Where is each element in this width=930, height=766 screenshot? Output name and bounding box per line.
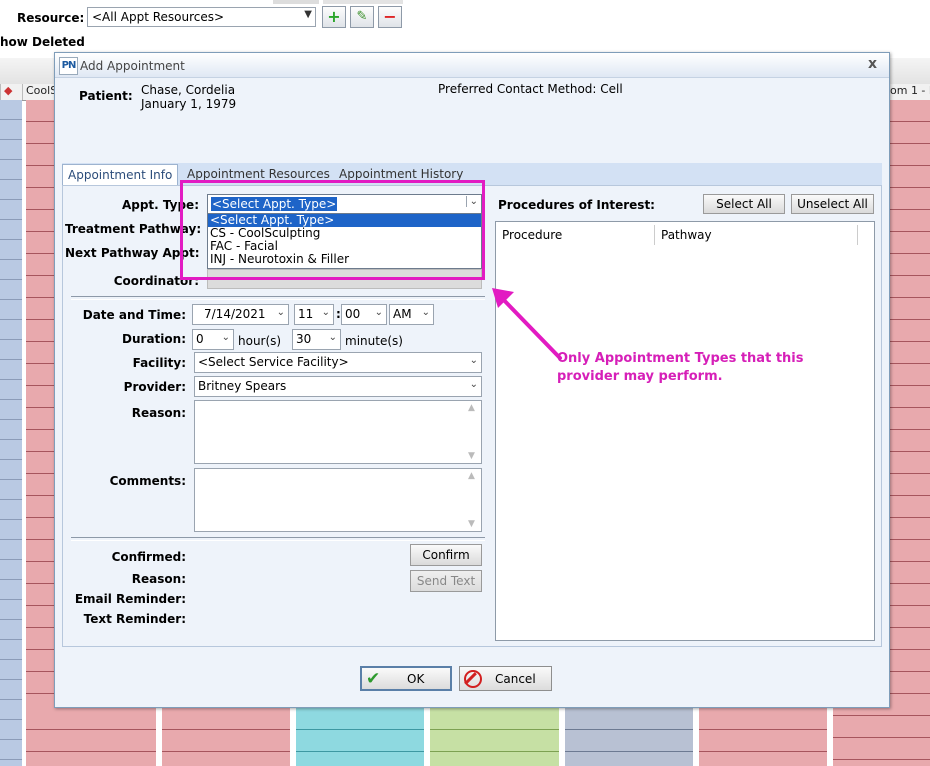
facility-value: <Select Service Facility>: [198, 355, 349, 369]
email-reminder-label: Email Reminder:: [74, 592, 186, 606]
section-divider: [71, 296, 485, 300]
toolbar-edge: [273, 0, 319, 4]
highlight-box: [180, 180, 485, 280]
scrollbar[interactable]: ▲ ▼: [466, 402, 480, 462]
patient-dob: January 1, 1979: [141, 97, 237, 111]
tab-appointment-info[interactable]: Appointment Info: [62, 164, 179, 186]
calendar-column[interactable]: [26, 708, 156, 766]
chevron-down-icon: ⌄: [321, 307, 330, 318]
annotation-line: provider may perform.: [557, 369, 723, 384]
annotation-note: Only Appointment Types that this provide…: [557, 350, 803, 386]
calendar-column-label: CoolS: [22, 84, 54, 100]
calendar-column[interactable]: [565, 708, 693, 766]
minus-icon: −: [383, 7, 397, 26]
chevron-down-icon: ⌄: [221, 332, 230, 343]
chevron-down-icon: ⌄: [469, 379, 478, 390]
column-header-pathway[interactable]: Pathway: [655, 225, 858, 245]
confirmed-label: Confirmed:: [111, 550, 186, 564]
close-icon[interactable]: x: [868, 56, 877, 72]
send-text-button[interactable]: Send Text: [410, 570, 482, 592]
reason-textarea[interactable]: ▲ ▼: [194, 400, 482, 464]
app-logo-icon: PN: [59, 57, 78, 75]
annotation-line: Only Appointment Types that this: [557, 351, 804, 366]
scroll-up-icon: ▲: [468, 403, 475, 413]
patient-label: Patient:: [79, 89, 133, 103]
calendar-column[interactable]: [162, 708, 290, 766]
pencil-icon: ✎: [356, 9, 368, 24]
date-picker[interactable]: 7/14/2021 ⌄: [192, 304, 289, 325]
calendar-column[interactable]: [699, 708, 827, 766]
preferred-contact: Preferred Contact Method: Cell: [438, 82, 623, 96]
minute-value: 00: [345, 307, 361, 321]
ampm-select[interactable]: AM ⌄: [389, 304, 434, 325]
plus-icon: +: [327, 7, 341, 26]
appt-type-label: Appt. Type:: [121, 198, 199, 212]
select-all-button[interactable]: Select All: [703, 194, 785, 214]
text-reminder-label: Text Reminder:: [83, 612, 186, 626]
scroll-down-icon: ▼: [468, 451, 475, 461]
minutes-text: minute(s): [345, 334, 403, 348]
scrollbar[interactable]: ▲ ▼: [466, 470, 480, 530]
show-deleted-label: how Deleted: [0, 35, 85, 49]
scroll-down-icon: ▼: [468, 519, 475, 529]
procedures-label: Procedures of Interest:: [498, 198, 655, 212]
chevron-down-icon: ⌄: [374, 307, 383, 318]
facility-label: Facility:: [132, 356, 186, 370]
chevron-down-icon: ⌄: [328, 332, 337, 343]
resource-label: Resource:: [17, 11, 85, 25]
ok-button[interactable]: ✔ OK: [360, 666, 452, 691]
resource-select-value: <All Appt Resources>: [92, 10, 225, 24]
date-value: 7/14/2021: [204, 307, 266, 321]
hour-value: 11: [298, 307, 314, 321]
facility-select[interactable]: <Select Service Facility> ⌄: [194, 352, 482, 373]
provider-select[interactable]: Britney Spears ⌄: [194, 376, 482, 397]
date-time-label: Date and Time:: [82, 308, 186, 322]
chevron-down-icon: ⌄: [276, 307, 285, 318]
edit-resource-button[interactable]: ✎: [350, 6, 374, 28]
chevron-down-icon: ▼: [304, 9, 312, 20]
duration-hours-select[interactable]: 0 ⌄: [192, 329, 234, 350]
remove-resource-button[interactable]: −: [378, 6, 402, 28]
calendar-column[interactable]: [296, 708, 424, 766]
comments-label: Comments:: [109, 474, 186, 488]
next-pathway-label: Next Pathway Appt:: [65, 246, 200, 260]
provider-value: Britney Spears: [198, 379, 287, 393]
calendar-column[interactable]: [430, 708, 559, 766]
coordinator-label: Coordinator:: [113, 274, 199, 288]
chevron-down-icon: ⌄: [421, 307, 430, 318]
duration-minutes-value: 30: [296, 332, 312, 346]
patient-name: Chase, Cordelia: [141, 83, 236, 97]
ampm-value: AM: [393, 307, 412, 321]
duration-minutes-select[interactable]: 30 ⌄: [292, 329, 341, 350]
calendar-nav-arrow[interactable]: ◆: [0, 84, 22, 100]
add-resource-button[interactable]: +: [322, 6, 346, 28]
treatment-pathway-label: Treatment Pathway:: [65, 222, 202, 236]
checkmark-icon: ✔: [366, 669, 381, 689]
section-divider: [71, 537, 485, 541]
cancel-button[interactable]: Cancel: [459, 666, 552, 691]
column-header-procedure[interactable]: Procedure: [496, 225, 655, 245]
minute-select[interactable]: 00 ⌄: [341, 304, 387, 325]
duration-label: Duration:: [122, 332, 186, 346]
hour-select[interactable]: 11 ⌄: [294, 304, 334, 325]
toolbar-edge: [323, 0, 403, 4]
chevron-down-icon: ⌄: [469, 355, 478, 366]
scroll-up-icon: ▲: [468, 471, 475, 481]
dialog-title: Add Appointment: [80, 59, 185, 73]
provider-label: Provider:: [123, 380, 186, 394]
resource-select[interactable]: <All Appt Resources> ▼: [87, 7, 316, 27]
cancel-button-label: Cancel: [495, 672, 536, 686]
ok-button-label: OK: [407, 672, 425, 686]
reason-label: Reason:: [131, 406, 186, 420]
calendar-column[interactable]: [0, 100, 22, 766]
hours-text: hour(s): [238, 334, 282, 348]
comments-textarea[interactable]: ▲ ▼: [194, 468, 482, 532]
duration-hours-value: 0: [196, 332, 204, 346]
calendar-column-label: om 1 - H: [886, 84, 930, 100]
confirm-button[interactable]: Confirm: [410, 544, 482, 566]
confirm-reason-label: Reason:: [131, 572, 186, 586]
unselect-all-button[interactable]: Unselect All: [791, 194, 874, 214]
calendar-column[interactable]: [26, 100, 56, 766]
